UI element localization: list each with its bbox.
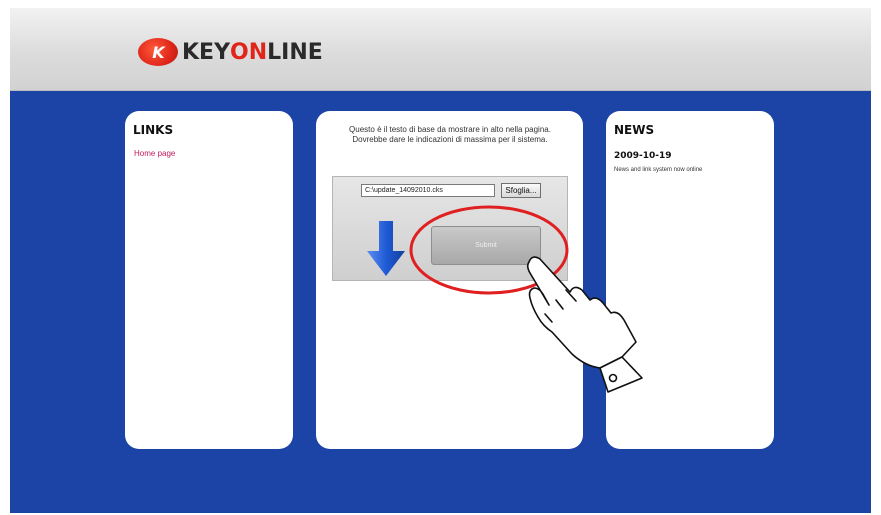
- upload-panel: Questo è il testo di base da mostrare in…: [316, 111, 583, 449]
- content-area: LINKS Home page Questo è il testo di bas…: [10, 91, 871, 513]
- page-frame: K KEY ON LINE LINKS Home page Questo è i…: [10, 8, 871, 513]
- file-path-input[interactable]: C:\update_14092010.cks: [361, 184, 495, 197]
- home-page-link[interactable]: Home page: [134, 149, 175, 158]
- logo-word-key: KEY: [182, 39, 231, 65]
- logo-mark-icon: K: [138, 38, 178, 66]
- arrow-down-icon: [367, 221, 405, 276]
- logo-word-line: LINE: [267, 39, 323, 65]
- intro-line-2: Dovrebbe dare le indicazioni di massima …: [352, 135, 548, 144]
- submit-button[interactable]: Submit: [431, 226, 541, 265]
- links-title: LINKS: [133, 123, 174, 137]
- browse-button[interactable]: Sfoglia...: [501, 183, 541, 198]
- links-panel: LINKS Home page: [125, 111, 293, 449]
- intro-line-1: Questo è il testo di base da mostrare in…: [349, 125, 551, 134]
- upload-box: C:\update_14092010.cks Sfoglia... Submit: [332, 176, 568, 281]
- news-title: NEWS: [614, 123, 655, 137]
- news-panel: NEWS 2009-10-19 News and link system now…: [606, 111, 774, 449]
- news-text: News and link system now online: [614, 167, 703, 173]
- intro-text: Questo è il testo di base da mostrare in…: [330, 125, 570, 145]
- header-bar: K KEY ON LINE: [10, 8, 871, 91]
- logo-word-on: ON: [230, 39, 268, 65]
- keyonline-logo[interactable]: K KEY ON LINE: [138, 34, 323, 70]
- news-date: 2009-10-19: [614, 151, 672, 161]
